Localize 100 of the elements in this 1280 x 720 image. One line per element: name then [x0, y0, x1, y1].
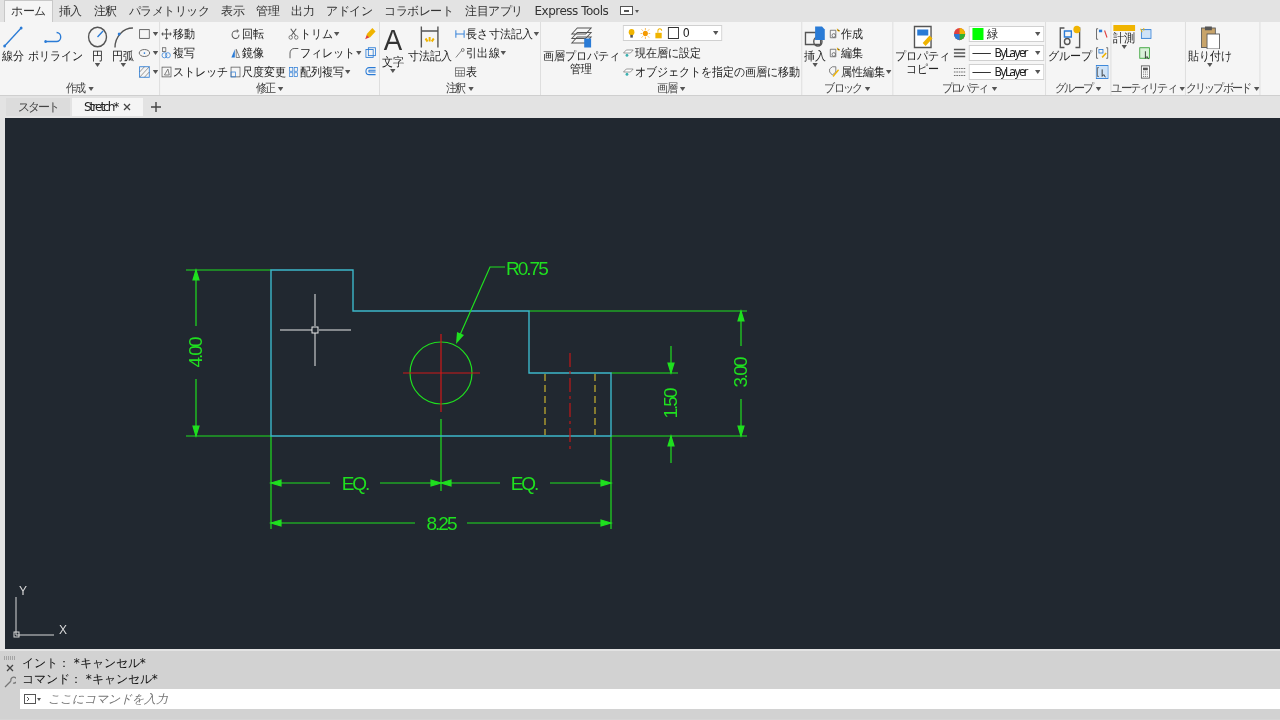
- panel-title[interactable]: ユーティリティ: [1111, 80, 1176, 95]
- close-icon[interactable]: [6, 664, 14, 672]
- ribbon-tab[interactable]: 注釈: [87, 0, 123, 22]
- icon-button[interactable]: [1094, 25, 1110, 43]
- layers-icon: [570, 25, 593, 49]
- calculator-icon: [1138, 65, 1152, 79]
- ribbon-button[interactable]: 線分: [0, 25, 25, 62]
- caret-icon: [87, 86, 94, 91]
- dimension-text: EQ.: [341, 472, 369, 494]
- fillet-icon: [287, 47, 299, 59]
- squares-icon: [364, 46, 378, 60]
- ribbon-button[interactable]: ストレッチ: [161, 63, 229, 81]
- ribbon-button[interactable]: 円弧: [111, 25, 136, 67]
- ellipse-icon: [138, 46, 151, 60]
- ribbon-button[interactable]: ポリライン: [26, 25, 84, 62]
- wrench-icon[interactable]: [4, 676, 16, 688]
- selection-icon: [1138, 46, 1152, 60]
- close-icon[interactable]: [123, 103, 132, 111]
- axis-label: X: [59, 623, 65, 637]
- ribbon-button[interactable]: トリム: [287, 25, 362, 43]
- ribbon-tab[interactable]: 管理: [250, 0, 285, 22]
- caret-icon: [991, 86, 997, 91]
- caret-icon: [277, 86, 284, 91]
- hatch-icon: [138, 65, 151, 79]
- ribbon-button[interactable]: 回転: [230, 25, 287, 43]
- ribbon-tab[interactable]: ホーム: [4, 0, 53, 22]
- line-preview: [972, 52, 991, 54]
- grip-icon[interactable]: [4, 656, 16, 660]
- ribbon-button[interactable]: 配列複写: [287, 63, 362, 81]
- command-field[interactable]: ここにコマンドを入力: [20, 689, 1280, 709]
- ribbon-tab[interactable]: 表示: [215, 0, 250, 22]
- ribbon-button[interactable]: 計測: [1112, 25, 1137, 49]
- ribbon-button[interactable]: 画層プロパティ 管理: [541, 25, 621, 75]
- attribute-icon: [828, 66, 840, 78]
- ribbon-tab[interactable]: コラボレート: [378, 0, 459, 22]
- group-icon: [1058, 25, 1081, 49]
- caret-icon: [1095, 86, 1102, 91]
- ribbon-button[interactable]: 複写: [161, 44, 229, 62]
- ribbon-button[interactable]: 寸法記入: [406, 25, 453, 62]
- ribbon-tab[interactable]: 挿入: [52, 0, 88, 22]
- ribbon-tab[interactable]: Express Tools: [528, 0, 615, 22]
- ribbon-button[interactable]: 移動: [161, 25, 229, 43]
- linetype-dropdown[interactable]: ByLayer: [968, 45, 1045, 61]
- panel-title[interactable]: 修正: [255, 80, 275, 95]
- icon-button[interactable]: [1094, 44, 1110, 62]
- ribbon-button[interactable]: 属性編集: [828, 63, 892, 81]
- mirror-icon: [230, 47, 242, 59]
- panel-title[interactable]: 作成: [65, 80, 85, 95]
- ribbon-button[interactable]: 引出線: [454, 44, 540, 62]
- ribbon-tab[interactable]: パラメトリック: [122, 0, 215, 22]
- linetype-dropdown[interactable]: ByLayer: [968, 64, 1045, 80]
- icon-button[interactable]: [1094, 63, 1110, 81]
- ribbon-button[interactable]: 作成: [828, 25, 892, 43]
- panel-title[interactable]: 注釈: [446, 80, 465, 95]
- ruler-icon: [1113, 25, 1136, 31]
- ribbon-button[interactable]: 長さ寸法記入: [454, 25, 540, 43]
- panel-title[interactable]: グループ: [1055, 80, 1093, 95]
- hole-circle: [409, 341, 473, 405]
- ribbon-button[interactable]: 尺度変更: [230, 63, 287, 81]
- command-input[interactable]: ここにコマンドを入力: [46, 691, 1280, 707]
- ribbon-tab[interactable]: 出力: [285, 0, 320, 22]
- ribbon-button[interactable]: フィレット: [287, 44, 362, 62]
- dimension-icon: [418, 25, 441, 49]
- workspace-icon[interactable]: [620, 6, 641, 16]
- lineweight-icon: [953, 46, 966, 60]
- ribbon-tab[interactable]: アドイン: [320, 0, 378, 22]
- move-icon: [161, 28, 173, 40]
- ribbon-button[interactable]: オブジェクトを指定の画層に移動: [622, 63, 801, 81]
- color-dropdown[interactable]: 緑: [968, 26, 1045, 42]
- ribbon-button[interactable]: 円: [85, 25, 110, 67]
- ribbon-button[interactable]: A 文字: [380, 25, 405, 73]
- ribbon-button[interactable]: 表: [454, 63, 540, 81]
- arc-icon: [112, 25, 135, 49]
- layer-dropdown[interactable]: 0: [622, 25, 723, 41]
- rotate-icon: [230, 28, 242, 40]
- panel-title[interactable]: ブロック: [824, 80, 862, 95]
- line-icon: [1, 25, 24, 49]
- terminal-icon[interactable]: [24, 694, 42, 704]
- ribbon-button[interactable]: 編集: [828, 44, 892, 62]
- document-tab[interactable]: Stretch*: [72, 98, 144, 116]
- icon-button[interactable]: [1138, 63, 1153, 81]
- ribbon-button[interactable]: グループ: [1046, 25, 1093, 62]
- command-history-line: コマンド： *キャンセル*: [21, 671, 159, 687]
- caret-icon: [679, 86, 685, 91]
- dimension-text: EQ.: [510, 472, 538, 494]
- dimension-text: 4.00: [184, 338, 206, 368]
- document-tab[interactable]: スタート: [6, 98, 70, 116]
- icon-button[interactable]: [1138, 44, 1153, 62]
- panel-title[interactable]: プロパティ: [941, 80, 988, 95]
- ribbon-button[interactable]: 現在層に設定: [622, 44, 801, 62]
- ribbon-button[interactable]: 挿入: [803, 25, 828, 67]
- ribbon-button[interactable]: 鏡像: [230, 44, 287, 62]
- sun-icon: [640, 27, 651, 39]
- stretch-icon: [161, 66, 173, 78]
- panel-title[interactable]: 画層: [657, 80, 676, 95]
- ribbon-button[interactable]: 貼り付け: [1186, 25, 1233, 67]
- ribbon-button[interactable]: プロパティ コピー: [894, 25, 952, 75]
- layer-icon: [622, 47, 634, 59]
- ribbon-tab[interactable]: 注目アプリ: [459, 0, 529, 22]
- panel-title[interactable]: クリップボード: [1185, 80, 1251, 95]
